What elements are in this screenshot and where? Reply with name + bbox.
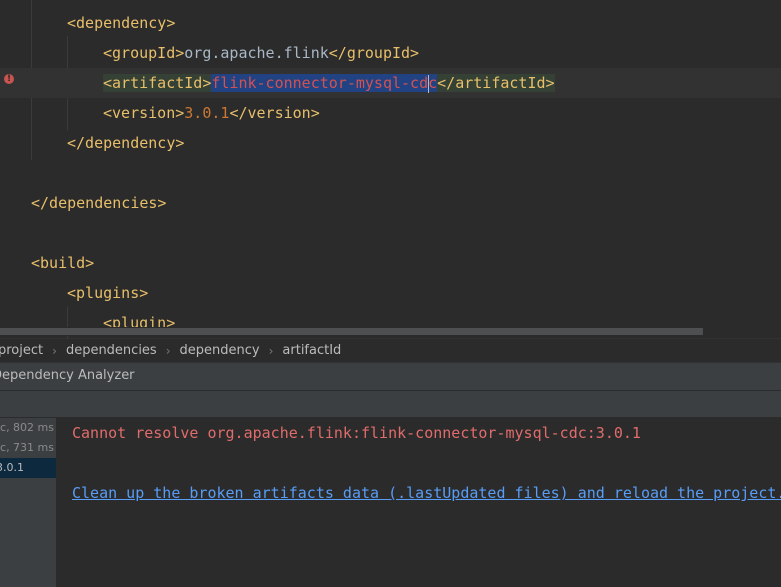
xml-tag: </artifactId>: [437, 74, 555, 92]
xml-tag: <plugins>: [67, 284, 149, 302]
tree-item[interactable]: ec, 802 ms: [0, 418, 56, 438]
xml-tag: <build>: [31, 254, 95, 272]
tree-item-selected[interactable]: 3.0.1: [0, 458, 56, 478]
xml-tag: </groupId>: [328, 44, 420, 62]
code-line[interactable]: </dependency>: [0, 128, 781, 158]
code-line[interactable]: </dependencies>: [0, 188, 781, 218]
chevron-right-icon: ›: [165, 343, 171, 358]
breadcrumb-item-artifactid[interactable]: artifactId: [282, 343, 341, 358]
error-bulb-icon[interactable]: !: [4, 74, 14, 84]
xml-tag: </dependency>: [67, 134, 185, 152]
code-line[interactable]: <groupId>org.apache.flink</groupId>: [0, 38, 781, 68]
error-message: Cannot resolve org.apache.flink:flink-co…: [72, 424, 641, 442]
xml-tag: <dependency>: [67, 14, 176, 32]
horizontal-scrollbar-thumb[interactable]: [0, 328, 703, 335]
breadcrumb-item-dependencies[interactable]: dependencies: [66, 343, 157, 358]
tree-item[interactable]: ec, 731 ms: [0, 438, 56, 458]
code-editor[interactable]: <dependency> <groupId>org.apache.flink</…: [0, 0, 781, 338]
xml-value-end: c: [428, 74, 438, 92]
xml-tag: </dependencies>: [31, 194, 167, 212]
xml-tag: <artifactId>: [103, 74, 212, 92]
tool-window-title[interactable]: Dependency Analyzer: [0, 363, 135, 389]
breadcrumb-item-dependency[interactable]: dependency: [180, 343, 260, 358]
cleanup-link[interactable]: Clean up the broken artifacts data (.las…: [72, 484, 781, 502]
xml-tag: <version>: [103, 104, 185, 122]
code-line[interactable]: <plugins>: [0, 278, 781, 308]
selected-text[interactable]: flink-connector-mysql-cdc: [211, 74, 438, 93]
chevron-right-icon: ›: [52, 343, 57, 358]
xml-value: org.apache.flink: [184, 44, 329, 62]
build-console: Cannot resolve org.apache.flink:flink-co…: [58, 418, 781, 587]
xml-value: 3.0.1: [184, 104, 230, 122]
xml-tag: <groupId>: [103, 44, 185, 62]
chevron-right-icon: ›: [268, 343, 274, 358]
tool-window-toolbar: [0, 390, 781, 418]
build-tree: ec, 802 ms ec, 731 ms 3.0.1: [0, 418, 57, 587]
xml-tag: </version>: [229, 104, 320, 122]
tool-window-header: Dependency Analyzer: [0, 362, 781, 390]
breadcrumb-item-project[interactable]: project: [0, 343, 43, 358]
code-line-current[interactable]: <artifactId>flink-connector-mysql-cdc</a…: [0, 68, 781, 98]
code-line[interactable]: <dependency>: [0, 8, 781, 38]
breadcrumb: project › dependencies › dependency › ar…: [0, 338, 781, 362]
code-line[interactable]: <version>3.0.1</version>: [0, 98, 781, 128]
code-line[interactable]: <build>: [0, 248, 781, 278]
xml-value: flink-connector-mysql-cd: [211, 74, 429, 92]
